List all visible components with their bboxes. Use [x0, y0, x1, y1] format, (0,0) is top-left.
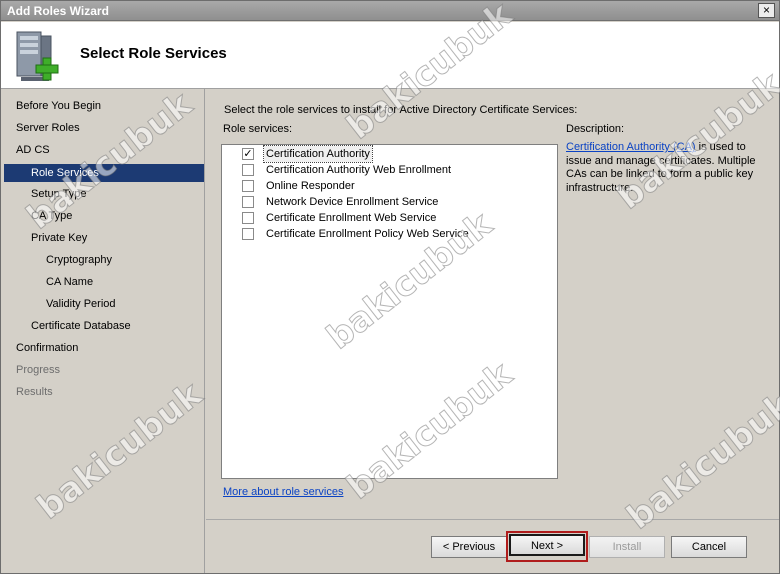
role-service-label: Certification Authority — [263, 145, 373, 163]
checkbox-enrollment-policy-web-service[interactable] — [242, 228, 254, 240]
nav-item-setup-type[interactable]: Setup Type — [1, 185, 204, 203]
title-bar[interactable]: Add Roles Wizard × — [1, 1, 779, 21]
role-service-label: Network Device Enrollment Service — [266, 196, 439, 208]
main-content: Select the role services to install for … — [206, 89, 779, 519]
checkbox-enrollment-web-service[interactable] — [242, 212, 254, 224]
wizard-header: Select Role Services — [1, 22, 779, 89]
nav-item-certificate-database[interactable]: Certificate Database — [1, 317, 204, 335]
nav-item-ad-cs[interactable]: AD CS — [1, 141, 204, 159]
window-title: Add Roles Wizard — [7, 4, 109, 18]
previous-button[interactable]: < Previous — [431, 536, 507, 558]
nav-item-server-roles[interactable]: Server Roles — [1, 119, 204, 137]
role-service-label: Certificate Enrollment Policy Web Servic… — [266, 228, 469, 240]
role-service-label: Online Responder — [266, 180, 355, 192]
nav-item-validity-period[interactable]: Validity Period — [1, 295, 204, 313]
description-label: Description: — [566, 123, 625, 135]
role-service-label: Certificate Enrollment Web Service — [266, 212, 437, 224]
page-title: Select Role Services — [80, 45, 227, 62]
checkbox-ca-web-enrollment[interactable] — [242, 164, 254, 176]
nav-item-ca-name[interactable]: CA Name — [1, 273, 204, 291]
description-link[interactable]: Certification Authority (CA) — [566, 141, 696, 153]
nav-item-cryptography[interactable]: Cryptography — [1, 251, 204, 269]
install-button: Install — [589, 536, 665, 558]
server-add-icon — [16, 31, 59, 81]
checkbox-online-responder[interactable] — [242, 180, 254, 192]
nav-item-results: Results — [16, 386, 53, 398]
nav-item-progress: Progress — [16, 364, 61, 376]
more-about-role-services-link[interactable]: More about role services — [223, 486, 343, 498]
add-roles-wizard-window: Add Roles Wizard × Select Role Services … — [0, 0, 780, 574]
cancel-button[interactable]: Cancel — [671, 536, 747, 558]
next-button[interactable]: Next > — [509, 534, 585, 556]
role-service-label: Certification Authority Web Enrollment — [266, 164, 452, 176]
nav-item-confirmation[interactable]: Confirmation — [1, 339, 204, 357]
nav-item-private-key[interactable]: Private Key — [1, 229, 204, 247]
nav-item-before-you-begin[interactable]: Before You Begin — [1, 97, 204, 115]
intro-text: Select the role services to install for … — [224, 104, 578, 116]
nav-item-ca-type[interactable]: CA Type — [1, 207, 204, 225]
close-icon[interactable]: × — [758, 3, 775, 18]
checkbox-certification-authority[interactable]: ✓ — [242, 148, 254, 160]
wizard-footer: < Previous Next > Install Cancel — [206, 519, 779, 573]
wizard-nav: Before You Begin Server Roles AD CS Role… — [1, 89, 205, 573]
checkbox-network-device-enrollment[interactable] — [242, 196, 254, 208]
description-text: Certification Authority (CA) is used to … — [566, 141, 766, 195]
nav-item-role-services[interactable]: Role Services — [4, 164, 204, 182]
role-services-list[interactable]: ✓ Certification Authority Certification … — [221, 144, 558, 479]
role-services-label: Role services: — [223, 123, 293, 135]
